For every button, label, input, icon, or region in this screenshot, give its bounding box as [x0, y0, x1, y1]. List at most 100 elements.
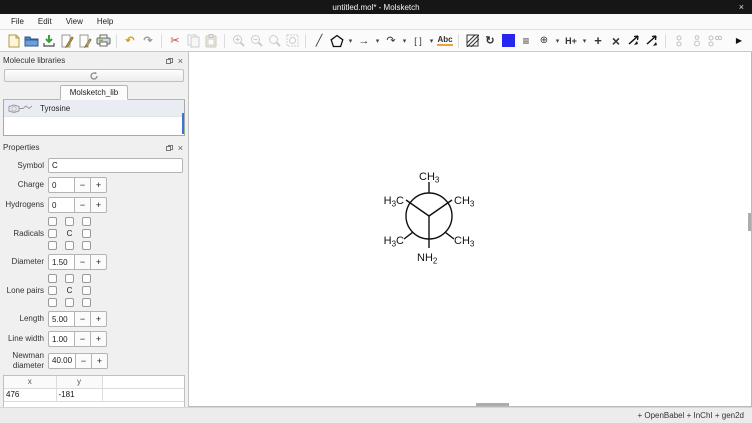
- ring-dropdown[interactable]: ▾: [346, 32, 355, 50]
- library-refresh-button[interactable]: [4, 69, 184, 82]
- lone-pair-checkbox-se[interactable]: [82, 298, 91, 307]
- move-tool-button[interactable]: +: [589, 32, 607, 50]
- cut-button[interactable]: ✂: [166, 32, 184, 50]
- lone-pair-checkbox-e[interactable]: [82, 286, 91, 295]
- lone-pair-checkbox-ne[interactable]: [82, 274, 91, 283]
- library-item-tyrosine[interactable]: Tyrosine: [4, 100, 184, 117]
- toolbar: ↶ ↷ ✂ ╱ ▾ → ▾ ↷ ▾ [ ] ▾: [0, 30, 752, 52]
- properties-float-icon[interactable]: [166, 145, 173, 151]
- lone-pair-checkbox-w[interactable]: [48, 286, 57, 295]
- library-scrollbar-thumb[interactable]: [182, 113, 184, 134]
- library-float-icon[interactable]: [166, 58, 173, 64]
- bracket-dropdown[interactable]: ▾: [427, 32, 436, 50]
- disabled-tool-2[interactable]: [688, 32, 706, 50]
- zoom-fit-button[interactable]: [283, 32, 301, 50]
- disabled-tool-1[interactable]: [670, 32, 688, 50]
- library-close-button[interactable]: ×: [178, 58, 183, 64]
- save-button[interactable]: [40, 32, 58, 50]
- radical-checkbox-s[interactable]: [65, 241, 74, 250]
- diameter-increment-button[interactable]: +: [91, 254, 107, 270]
- radical-checkbox-e[interactable]: [82, 229, 91, 238]
- hydrogens-value[interactable]: 0: [48, 197, 75, 213]
- print-button[interactable]: [94, 32, 112, 50]
- hydrogens-spinbox: 0 − +: [48, 197, 107, 213]
- charge-value[interactable]: 0: [48, 177, 75, 193]
- menu-edit[interactable]: Edit: [31, 15, 59, 28]
- text-tool-button[interactable]: Abc: [436, 32, 454, 50]
- redo-button[interactable]: ↷: [139, 32, 157, 50]
- lone-pair-checkbox-sw[interactable]: [48, 298, 57, 307]
- charge-tool-button[interactable]: ⊕: [535, 32, 553, 50]
- line-width-decrement-button[interactable]: −: [75, 331, 91, 347]
- hydrogen-tool-button[interactable]: H+: [562, 32, 580, 50]
- zoom-in-button[interactable]: [229, 32, 247, 50]
- zoom-original-button[interactable]: [265, 32, 283, 50]
- length-increment-button[interactable]: +: [91, 311, 107, 327]
- length-decrement-button[interactable]: −: [75, 311, 91, 327]
- canvas-horizontal-scrollbar-thumb[interactable]: [476, 403, 509, 406]
- hydrogens-increment-button[interactable]: +: [91, 197, 107, 213]
- undo-button[interactable]: ↶: [121, 32, 139, 50]
- drawing-canvas[interactable]: CH3 H3C CH3 H3C CH3 NH2: [189, 52, 752, 407]
- paste-button[interactable]: [202, 32, 220, 50]
- disabled-tool-3[interactable]: [706, 32, 724, 50]
- canvas-vertical-scrollbar-thumb[interactable]: [748, 213, 751, 231]
- charge-dropdown[interactable]: ▾: [553, 32, 562, 50]
- flip-horizontal-button[interactable]: [625, 32, 643, 50]
- reaction-arrow-dropdown[interactable]: ▾: [373, 32, 382, 50]
- color-swatch-button[interactable]: [499, 32, 517, 50]
- reaction-arrow-button[interactable]: →: [355, 32, 373, 50]
- delete-tool-button[interactable]: ×: [607, 32, 625, 50]
- radical-checkbox-nw[interactable]: [48, 217, 57, 226]
- bracket-tool-button[interactable]: [ ]: [409, 32, 427, 50]
- radical-checkbox-n[interactable]: [65, 217, 74, 226]
- copy-button[interactable]: [184, 32, 202, 50]
- rotate-tool-button[interactable]: ↻: [481, 32, 499, 50]
- menu-view[interactable]: View: [59, 15, 90, 28]
- library-tab-bar: Molsketch_lib: [3, 85, 185, 100]
- menu-file[interactable]: File: [4, 15, 31, 28]
- radical-checkbox-sw[interactable]: [48, 241, 57, 250]
- coord-x-cell[interactable]: 476: [4, 388, 56, 401]
- flip-vertical-button[interactable]: [643, 32, 661, 50]
- ring-tool-button[interactable]: [328, 32, 346, 50]
- diameter-decrement-button[interactable]: −: [75, 254, 91, 270]
- mechanism-arrow-dropdown[interactable]: ▾: [400, 32, 409, 50]
- export-button[interactable]: [76, 32, 94, 50]
- toolbar-overflow-button[interactable]: ▶: [730, 32, 748, 50]
- lone-pair-checkbox-nw[interactable]: [48, 274, 57, 283]
- line-width-value[interactable]: 1.00: [48, 331, 75, 347]
- properties-close-button[interactable]: ×: [178, 145, 183, 151]
- lone-pair-checkbox-s[interactable]: [65, 298, 74, 307]
- menu-help[interactable]: Help: [90, 15, 120, 28]
- radical-checkbox-ne[interactable]: [82, 217, 91, 226]
- line-width-button[interactable]: ≡: [517, 32, 535, 50]
- new-file-button[interactable]: [4, 32, 22, 50]
- tab-molsketch-lib[interactable]: Molsketch_lib: [60, 85, 128, 100]
- hydrogens-decrement-button[interactable]: −: [75, 197, 91, 213]
- newman-diameter-decrement-button[interactable]: −: [76, 353, 92, 369]
- diameter-value[interactable]: 1.50: [48, 254, 75, 270]
- selection-tool-button[interactable]: [463, 32, 481, 50]
- radical-checkbox-w[interactable]: [48, 229, 57, 238]
- charge-increment-button[interactable]: +: [91, 177, 107, 193]
- radical-checkbox-se[interactable]: [82, 241, 91, 250]
- newman-projection-drawing[interactable]: CH3 H3C CH3 H3C CH3 NH2: [370, 168, 490, 268]
- atom-label-h3c-lower-left: H3C: [384, 235, 404, 249]
- save-as-button[interactable]: [58, 32, 76, 50]
- length-value[interactable]: 5.00: [48, 311, 75, 327]
- hydrogen-dropdown[interactable]: ▾: [580, 32, 589, 50]
- newman-diameter-increment-button[interactable]: +: [92, 353, 108, 369]
- charge-decrement-button[interactable]: −: [75, 177, 91, 193]
- open-file-button[interactable]: [22, 32, 40, 50]
- coord-y-cell[interactable]: -181: [56, 388, 102, 401]
- window-close-button[interactable]: ×: [739, 0, 744, 14]
- zoom-out-button[interactable]: [247, 32, 265, 50]
- front-bond-upper-left: [406, 200, 429, 216]
- newman-diameter-value[interactable]: 40.00: [48, 353, 76, 369]
- symbol-input[interactable]: [48, 158, 183, 173]
- lone-pair-checkbox-n[interactable]: [65, 274, 74, 283]
- mechanism-arrow-button[interactable]: ↷: [382, 32, 400, 50]
- draw-tool-button[interactable]: ╱: [310, 32, 328, 50]
- line-width-increment-button[interactable]: +: [91, 331, 107, 347]
